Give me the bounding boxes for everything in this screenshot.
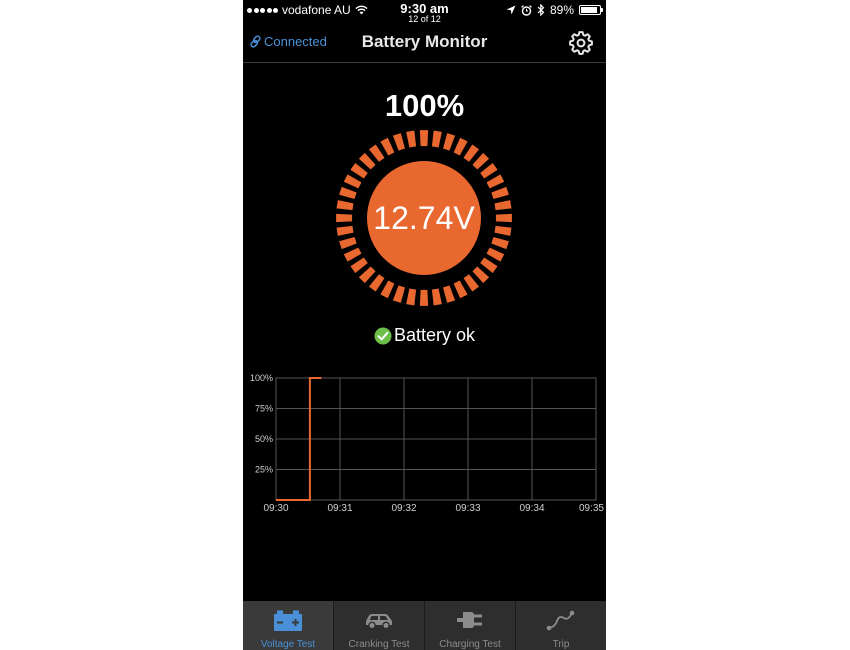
voltage-reading: 12.74V	[373, 199, 475, 236]
x-tick-label: 09:31	[327, 503, 352, 514]
y-tick-label: 50%	[255, 434, 273, 444]
plug-icon	[457, 612, 482, 628]
check-circle-icon	[374, 327, 392, 344]
x-tick-label: 09:33	[455, 503, 480, 514]
route-icon	[546, 610, 575, 631]
status-bar: vodafone AU 9:30 am 12 of 12 89%	[243, 0, 606, 24]
connected-label: Connected	[264, 34, 327, 49]
navigation-bar: Connected Battery Monitor	[243, 24, 606, 63]
x-tick-label: 09:34	[519, 503, 544, 514]
tab-bar: Voltage Test Cranking Test Charging Test	[243, 601, 606, 650]
battery-level-fill	[581, 7, 598, 13]
battery-status-label: Battery ok	[393, 325, 476, 345]
link-icon	[250, 35, 261, 48]
battery-level-icon	[579, 5, 603, 15]
tab-voltage-test[interactable]: Voltage Test	[243, 601, 334, 650]
x-tick-label: 09:30	[263, 503, 288, 514]
car-icon	[366, 614, 392, 630]
tab-label: Cranking Test	[348, 639, 410, 650]
tab-charging-test[interactable]: Charging Test	[425, 601, 516, 650]
battery-icon	[274, 610, 302, 631]
phone-screen: vodafone AU 9:30 am 12 of 12 89% Connect…	[243, 0, 606, 650]
x-tick-label: 09:35	[579, 503, 604, 514]
y-tick-label: 100%	[250, 373, 273, 383]
voltage-history-chart: 25% 50% 75% 100% 09:30 09:31 09:32 09:33 09:34 09…	[250, 373, 604, 514]
y-tick-label: 75%	[255, 404, 273, 414]
battery-percent: 89%	[549, 3, 574, 17]
tab-cranking-test[interactable]: Cranking Test	[334, 601, 425, 650]
tab-trip[interactable]: Trip	[516, 601, 606, 650]
x-tick-label: 09:32	[391, 503, 416, 514]
y-tick-label: 25%	[255, 465, 273, 475]
page-title: Battery Monitor	[361, 32, 488, 51]
connected-button[interactable]: Connected	[249, 34, 327, 49]
charge-percent: 100%	[384, 88, 465, 123]
location-arrow-icon	[506, 5, 516, 15]
tab-label: Charging Test	[439, 639, 501, 650]
bluetooth-icon	[537, 4, 545, 16]
alarm-icon	[521, 4, 532, 16]
battery-status: Battery ok	[243, 325, 606, 346]
gear-icon[interactable]	[568, 30, 594, 56]
tab-label: Trip	[552, 639, 570, 650]
tab-label: Voltage Test	[260, 639, 316, 650]
status-right: 89%	[506, 3, 603, 17]
